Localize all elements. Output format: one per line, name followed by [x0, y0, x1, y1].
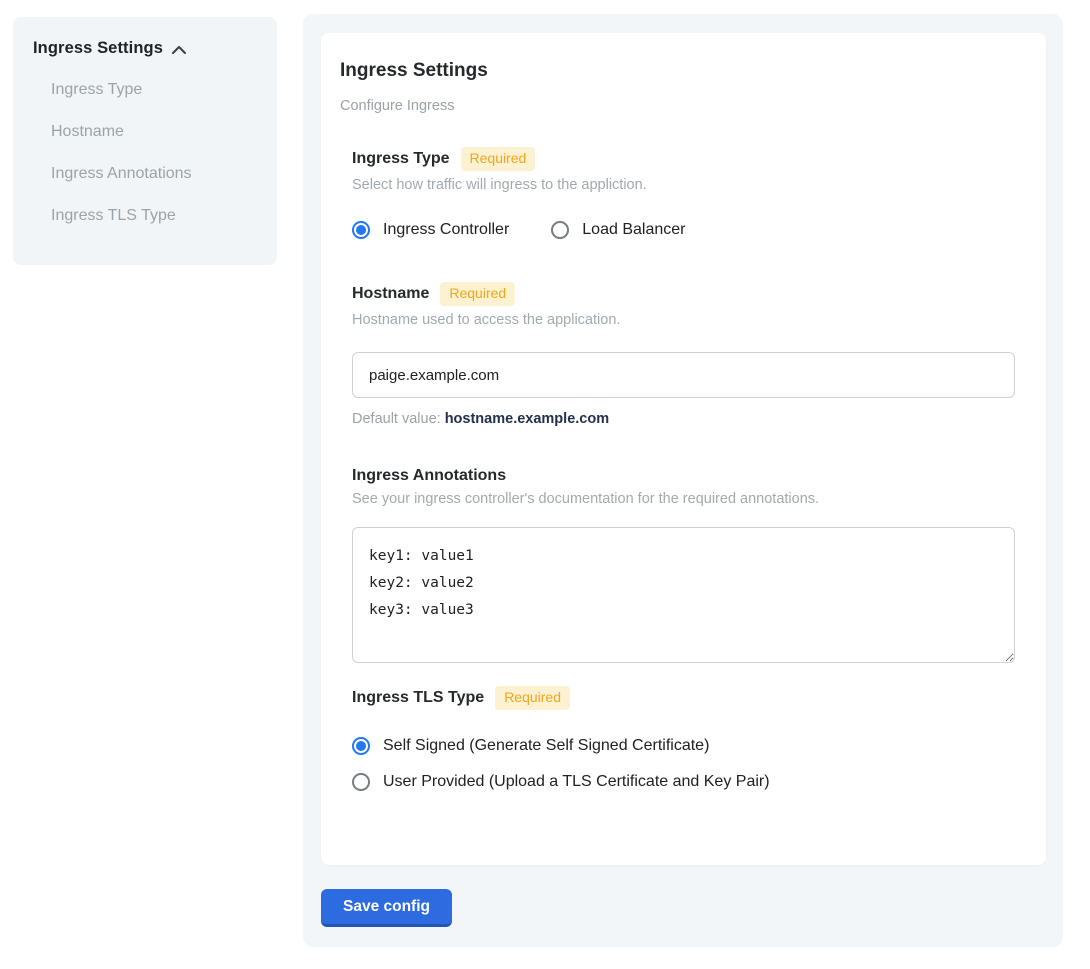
sidebar-item-list: Ingress Type Hostname Ingress Annotation…	[51, 79, 259, 227]
section-ingress-annotations: Ingress Annotations See your ingress con…	[352, 467, 1015, 663]
settings-sidebar: Ingress Settings Ingress Type Hostname I…	[13, 17, 277, 265]
radio-option-self-signed[interactable]: Self Signed (Generate Self Signed Certif…	[352, 737, 1015, 755]
sidebar-item-ingress-annotations[interactable]: Ingress Annotations	[51, 163, 259, 185]
ingress-type-label: Ingress Type	[352, 150, 450, 168]
radio-option-user-provided[interactable]: User Provided (Upload a TLS Certificate …	[352, 773, 1015, 791]
page-subtitle: Configure Ingress	[340, 98, 1015, 114]
default-value-prefix: Default value:	[352, 411, 445, 427]
radio-icon[interactable]	[352, 773, 370, 791]
radio-icon[interactable]	[352, 737, 370, 755]
settings-panel: Ingress Settings Configure Ingress Ingre…	[303, 14, 1063, 947]
default-value-text: hostname.example.com	[445, 411, 609, 427]
ingress-type-help: Select how traffic will ingress to the a…	[352, 177, 1015, 193]
hostname-input[interactable]	[352, 352, 1015, 398]
hostname-label: Hostname	[352, 285, 429, 303]
hostname-help: Hostname used to access the application.	[352, 312, 1015, 328]
sidebar-item-hostname[interactable]: Hostname	[51, 121, 259, 143]
radio-icon[interactable]	[551, 221, 569, 239]
section-hostname: Hostname Required Hostname used to acces…	[352, 282, 1015, 427]
radio-option-ingress-controller[interactable]: Ingress Controller	[352, 221, 509, 239]
required-badge: Required	[495, 686, 570, 710]
ingress-settings-card: Ingress Settings Configure Ingress Ingre…	[321, 33, 1046, 865]
ingress-annotations-textarea[interactable]: key1: value1 key2: value2 key3: value3	[352, 527, 1015, 663]
sidebar-item-ingress-type[interactable]: Ingress Type	[51, 79, 259, 101]
required-badge: Required	[440, 282, 515, 306]
section-ingress-tls-type: Ingress TLS Type Required Self Signed (G…	[352, 686, 1015, 791]
ingress-tls-type-label: Ingress TLS Type	[352, 689, 484, 707]
ingress-type-options: Ingress Controller Load Balancer	[352, 221, 1015, 239]
ingress-annotations-label: Ingress Annotations	[352, 467, 506, 485]
sidebar-section-title: Ingress Settings	[33, 39, 163, 58]
ingress-annotations-help: See your ingress controller's documentat…	[352, 491, 1015, 507]
sidebar-section-toggle[interactable]: Ingress Settings	[33, 39, 259, 58]
hostname-default-value: Default value: hostname.example.com	[352, 411, 1015, 427]
page-title: Ingress Settings	[340, 60, 1015, 82]
radio-label: Ingress Controller	[383, 221, 509, 239]
ingress-tls-type-options: Self Signed (Generate Self Signed Certif…	[352, 737, 1015, 791]
radio-label: Self Signed (Generate Self Signed Certif…	[383, 737, 709, 755]
required-badge: Required	[461, 147, 536, 171]
sidebar-item-ingress-tls-type[interactable]: Ingress TLS Type	[51, 205, 259, 227]
section-ingress-type: Ingress Type Required Select how traffic…	[352, 147, 1015, 239]
radio-label: User Provided (Upload a TLS Certificate …	[383, 773, 770, 791]
radio-option-load-balancer[interactable]: Load Balancer	[551, 221, 685, 239]
radio-label: Load Balancer	[582, 221, 685, 239]
save-config-button[interactable]: Save config	[321, 889, 452, 927]
chevron-up-icon[interactable]	[171, 44, 187, 56]
form-sections: Ingress Type Required Select how traffic…	[352, 147, 1015, 791]
radio-icon[interactable]	[352, 221, 370, 239]
